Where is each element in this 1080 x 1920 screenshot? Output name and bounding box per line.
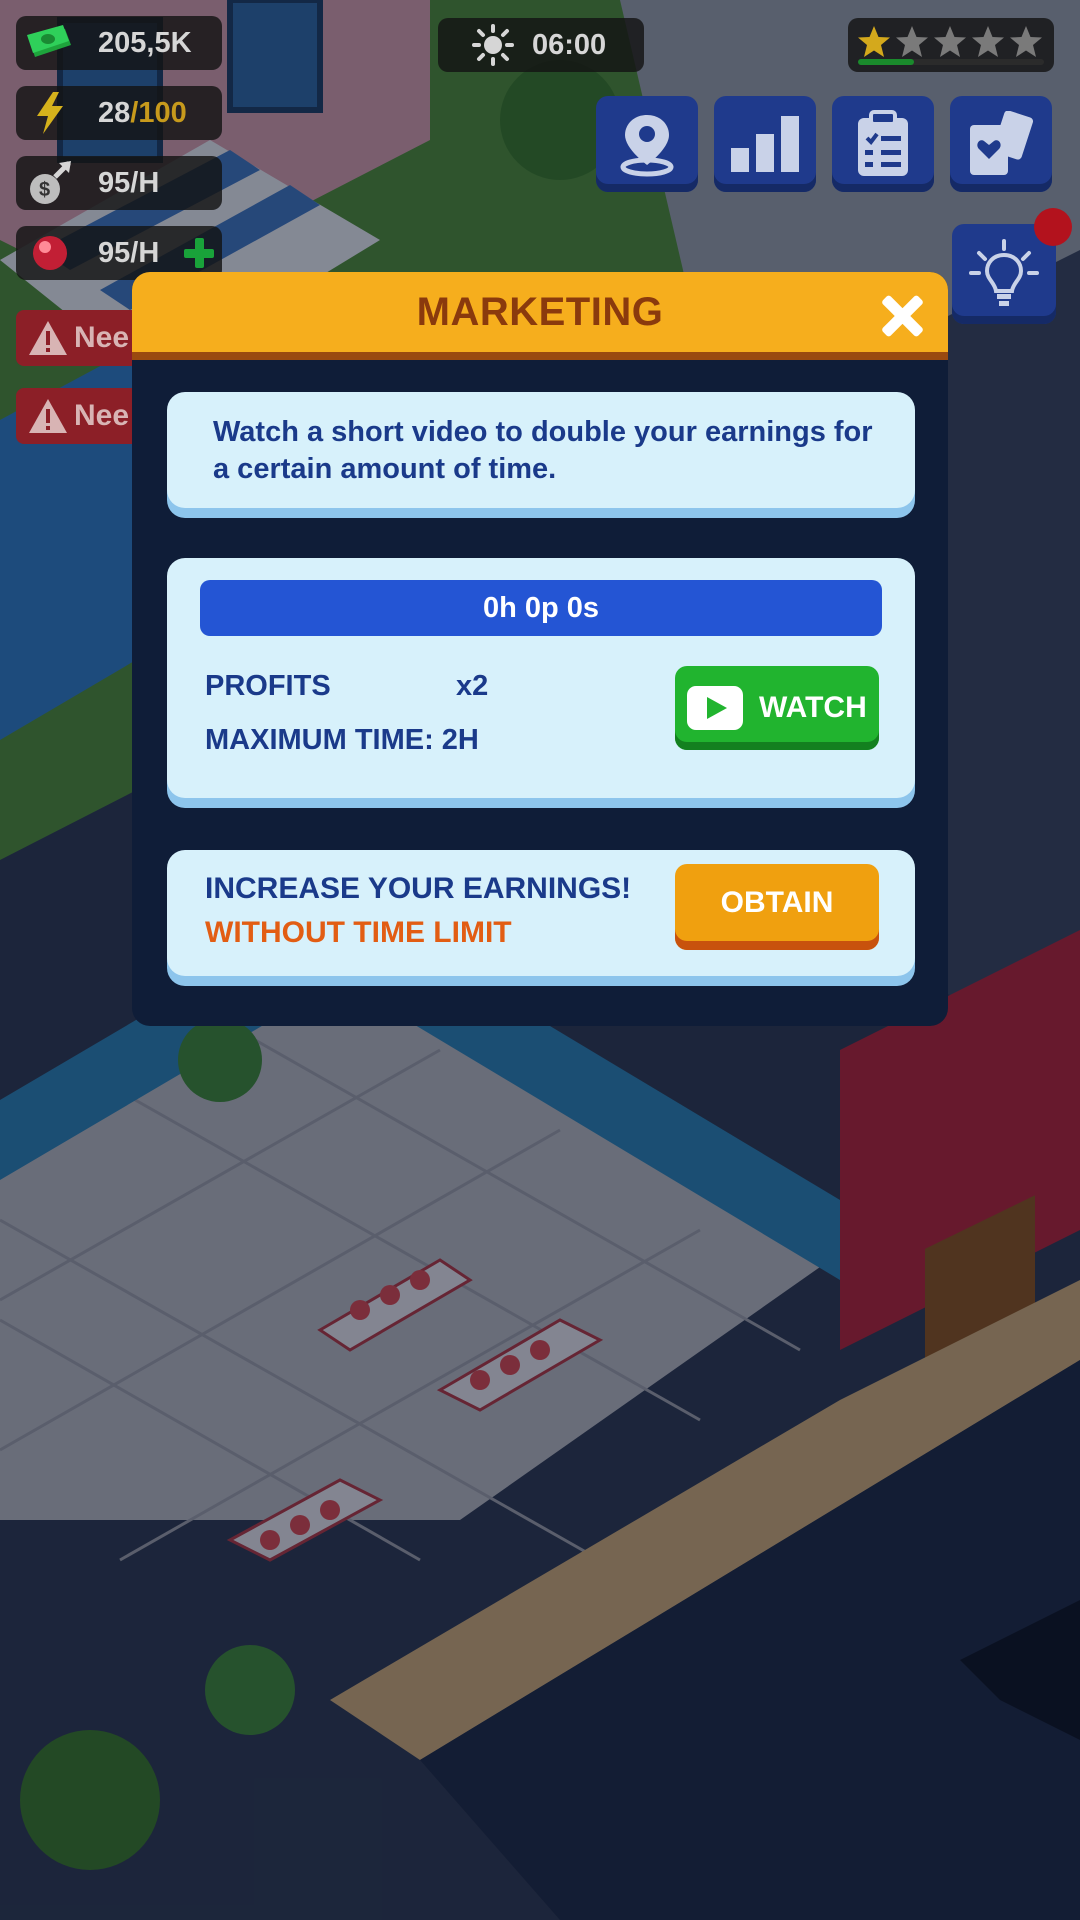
map-pin-icon: [620, 115, 674, 177]
svg-text:$: $: [39, 179, 50, 201]
promo-headline: INCREASE YOUR EARNINGS!: [205, 872, 632, 905]
promo-subline: WITHOUT TIME LIMIT: [205, 916, 512, 949]
permanent-boost-card: INCREASE YOUR EARNINGS! WITHOUT TIME LIM…: [167, 850, 915, 976]
profits-value: x2: [456, 670, 489, 702]
star-empty-icon: [934, 26, 966, 57]
energy-max: 100: [138, 96, 187, 129]
boost-timer: 0h 0p 0s: [200, 580, 882, 636]
star-filled-icon: [858, 26, 890, 57]
star-progress-bar: [858, 59, 1044, 65]
sun-icon: [472, 24, 514, 66]
close-icon[interactable]: [880, 294, 924, 338]
clipboard-icon: [858, 110, 908, 176]
tasks-button[interactable]: [832, 96, 934, 192]
dialog-header: MARKETING: [132, 272, 948, 360]
description-card: Watch a short video to double your earni…: [167, 392, 915, 508]
profits-label: PROFITS: [205, 670, 331, 702]
stats-bars-icon: [731, 116, 799, 172]
cash-icon: [22, 16, 78, 70]
stars-row: [856, 24, 1044, 60]
energy-current: 28: [98, 96, 131, 129]
gems-rate-value: 95/H: [98, 236, 160, 269]
gem-icon: [22, 226, 78, 280]
watch-video-button[interactable]: WATCH: [675, 666, 879, 750]
map-button[interactable]: [596, 96, 698, 192]
clock-time: 06:00: [532, 28, 607, 61]
income-rate-value: 95/H: [98, 166, 160, 199]
cards-button[interactable]: [950, 96, 1052, 192]
energy-counter: 28/100: [16, 86, 222, 140]
star-progress-fill: [858, 59, 914, 65]
star-empty-icon: [1010, 26, 1042, 57]
notification-dot: [1034, 208, 1072, 246]
description-text: Watch a short video to double your earni…: [213, 416, 873, 485]
video-boost-card: 0h 0p 0s PROFITS x2 MAXIMUM TIME: 2H WAT…: [167, 558, 915, 798]
watch-button-label: WATCH: [759, 691, 867, 724]
money-counter: 205,5K: [16, 16, 222, 70]
marketing-dialog: MARKETING Watch a short video to double …: [132, 272, 948, 1026]
obtain-button[interactable]: OBTAIN: [675, 864, 879, 950]
warning-text: Nee: [74, 399, 130, 432]
lightbulb-icon: [969, 239, 1039, 306]
warning-icon: [29, 399, 67, 433]
lightning-icon: [22, 86, 78, 140]
cards-icon: [970, 111, 1034, 175]
warning-text: Nee: [74, 321, 130, 354]
money-value: 205,5K: [98, 26, 192, 59]
star-empty-icon: [896, 26, 928, 57]
warning-icon: [29, 321, 67, 355]
add-gems-button[interactable]: [184, 238, 214, 268]
star-empty-icon: [972, 26, 1004, 57]
stats-button[interactable]: [714, 96, 816, 192]
play-icon: [687, 686, 743, 730]
dialog-title: MARKETING: [416, 289, 664, 334]
max-time-label: MAXIMUM TIME: 2H: [205, 724, 479, 756]
income-rate-counter: $ 95/H: [16, 156, 222, 210]
star-rating[interactable]: [848, 18, 1054, 72]
game-clock: 06:00: [438, 18, 644, 72]
money-growth-icon: $: [22, 156, 78, 210]
